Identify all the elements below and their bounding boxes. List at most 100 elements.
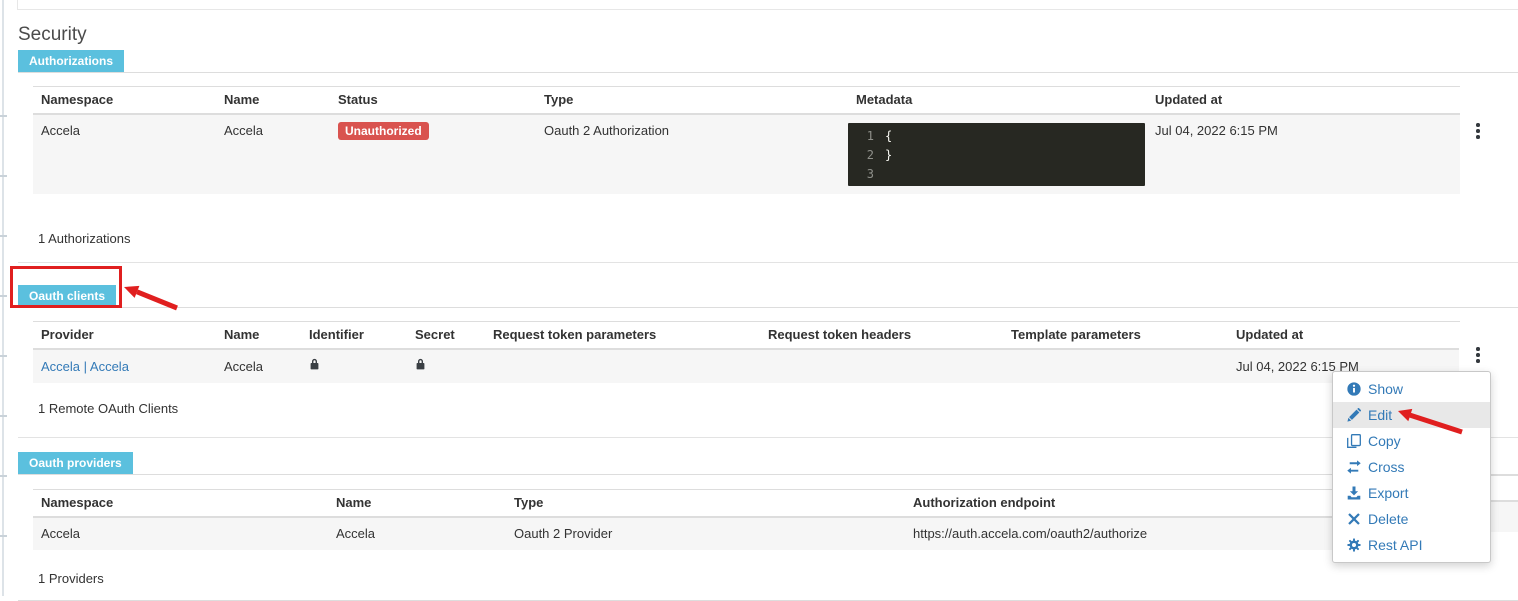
column-header-identifier: Identifier — [301, 321, 407, 350]
cell-name: Accela — [216, 114, 330, 194]
authorizations-table: Namespace Name Status Type Metadata Upda… — [33, 86, 1460, 194]
authorizations-header-row: Namespace Name Status Type Metadata Upda… — [33, 86, 1460, 115]
oauth-clients-table: Provider Name Identifier Secret Request … — [33, 321, 1460, 383]
menu-item-label: Cross — [1368, 459, 1405, 475]
column-header-updated-at: Updated at — [1147, 86, 1460, 115]
oauth-providers-table: Namespace Name Type Authorization endpoi… — [33, 489, 1460, 550]
column-header-request-token-parameters: Request token parameters — [485, 321, 760, 350]
cell-secret — [407, 349, 485, 383]
menu-item-label: Export — [1368, 485, 1409, 501]
authorizations-count: 1 Authorizations — [38, 231, 131, 246]
cell-type: Oauth 2 Authorization — [536, 114, 848, 194]
cell-request-token-headers — [760, 349, 1003, 383]
oauth-clients-section: Oauth clients Provider Name Identifier S… — [18, 284, 1518, 438]
kebab-dot — [1476, 135, 1480, 139]
row-actions-context-menu: Show Edit Copy Cross Export Delete Rest … — [1332, 371, 1491, 563]
menu-item-delete[interactable]: Delete — [1333, 506, 1490, 532]
cell-metadata: 1 { 2 } 3 — [848, 114, 1147, 194]
menu-item-show[interactable]: Show — [1333, 376, 1490, 402]
cell-namespace: Accela — [33, 517, 328, 550]
cell-request-token-parameters — [485, 349, 760, 383]
authorization-table-row: Accela Accela Unauthorized Oauth 2 Autho… — [33, 114, 1460, 194]
column-header-updated-at: Updated at — [1228, 321, 1460, 350]
gear-icon — [1347, 538, 1361, 552]
cell-provider: Accela | Accela — [33, 349, 216, 383]
code-text: } — [885, 148, 893, 162]
column-header-name: Name — [216, 86, 330, 115]
provider-link[interactable]: Accela | Accela — [41, 359, 129, 374]
cell-name: Accela — [216, 349, 301, 383]
column-header-namespace: Namespace — [33, 489, 328, 518]
oauth-client-table-row: Accela | Accela Accela Jul 04, 2022 6:15… — [33, 349, 1460, 383]
menu-item-label: Delete — [1368, 511, 1409, 527]
line-number: 3 — [866, 167, 874, 181]
oauth-client-row-actions-kebab-icon[interactable] — [1473, 344, 1483, 366]
oauth-providers-section: Oauth providers Namespace Name Type Auth… — [18, 451, 1518, 601]
kebab-dot — [1476, 359, 1480, 363]
column-header-type: Type — [536, 86, 848, 115]
rail-tick — [0, 355, 7, 357]
column-header-template-parameters: Template parameters — [1003, 321, 1228, 350]
rail-tick — [0, 295, 7, 297]
column-header-type: Type — [506, 489, 905, 518]
status-badge: Unauthorized — [338, 122, 429, 140]
oauth-clients-count: 1 Remote OAuth Clients — [38, 401, 179, 416]
kebab-dot — [1476, 347, 1480, 351]
rail-tick — [0, 175, 7, 177]
cell-status: Unauthorized — [330, 114, 536, 194]
code-line: 2 } — [848, 146, 1145, 165]
code-line: 3 — [848, 165, 1145, 184]
rail-tick — [0, 235, 7, 237]
security-page: Security Authorizations Namespace Name S… — [0, 0, 1518, 601]
menu-item-label: Show — [1368, 381, 1404, 397]
oauth-clients-header-row: Provider Name Identifier Secret Request … — [33, 321, 1460, 350]
oauth-clients-tab-row: Oauth clients — [18, 284, 1518, 308]
kebab-dot — [1476, 353, 1480, 357]
column-header-provider: Provider — [33, 321, 216, 350]
kebab-dot — [1476, 123, 1480, 127]
code-text: { — [885, 129, 893, 143]
rail-tick — [0, 475, 7, 477]
authorizations-tab-row: Authorizations — [18, 49, 1518, 73]
cell-type: Oauth 2 Provider — [506, 517, 905, 550]
rail-tick — [0, 415, 7, 417]
cell-template-parameters — [1003, 349, 1228, 383]
lock-icon — [310, 358, 319, 370]
metadata-code-editor[interactable]: 1 { 2 } 3 — [848, 123, 1145, 186]
column-header-secret: Secret — [407, 321, 485, 350]
info-icon — [1347, 382, 1361, 396]
cell-name: Accela — [328, 517, 506, 550]
line-number: 2 — [866, 148, 874, 162]
annotation-arrow-oauth-clients — [124, 285, 178, 311]
delete-x-icon — [1348, 513, 1360, 525]
lock-icon — [416, 358, 425, 370]
column-header-metadata: Metadata — [848, 86, 1147, 115]
column-header-namespace: Namespace — [33, 86, 216, 115]
pencil-icon — [1347, 408, 1361, 422]
menu-item-cross[interactable]: Cross — [1333, 454, 1490, 480]
menu-item-export[interactable]: Export — [1333, 480, 1490, 506]
menu-item-label: Edit — [1368, 407, 1393, 423]
column-header-name: Name — [328, 489, 506, 518]
column-header-request-token-headers: Request token headers — [760, 321, 1003, 350]
oauth-provider-table-row: Accela Accela Oauth 2 Provider https://a… — [33, 517, 1460, 550]
oauth-providers-header-row: Namespace Name Type Authorization endpoi… — [33, 489, 1460, 518]
code-line: 1 { — [848, 127, 1145, 146]
oauth-providers-tab-row: Oauth providers — [18, 451, 1518, 475]
authorization-row-actions-kebab-icon[interactable] — [1473, 120, 1483, 142]
menu-item-rest-api[interactable]: Rest API — [1333, 532, 1490, 558]
tab-oauth-providers[interactable]: Oauth providers — [18, 452, 133, 474]
kebab-dot — [1476, 129, 1480, 133]
annotation-arrow-edit — [1398, 408, 1463, 435]
cell-updated-at: Jul 04, 2022 6:15 PM — [1147, 114, 1460, 194]
rail-tick — [0, 115, 7, 117]
left-edge-rail — [2, 0, 4, 596]
rail-tick — [0, 535, 7, 537]
tab-authorizations[interactable]: Authorizations — [18, 50, 124, 72]
cell-namespace: Accela — [33, 114, 216, 194]
line-number: 1 — [866, 129, 874, 143]
annotation-highlight-box — [10, 266, 122, 308]
export-download-icon — [1347, 486, 1361, 500]
menu-item-label: Rest API — [1368, 537, 1423, 553]
previous-panel-edge — [17, 0, 1518, 10]
